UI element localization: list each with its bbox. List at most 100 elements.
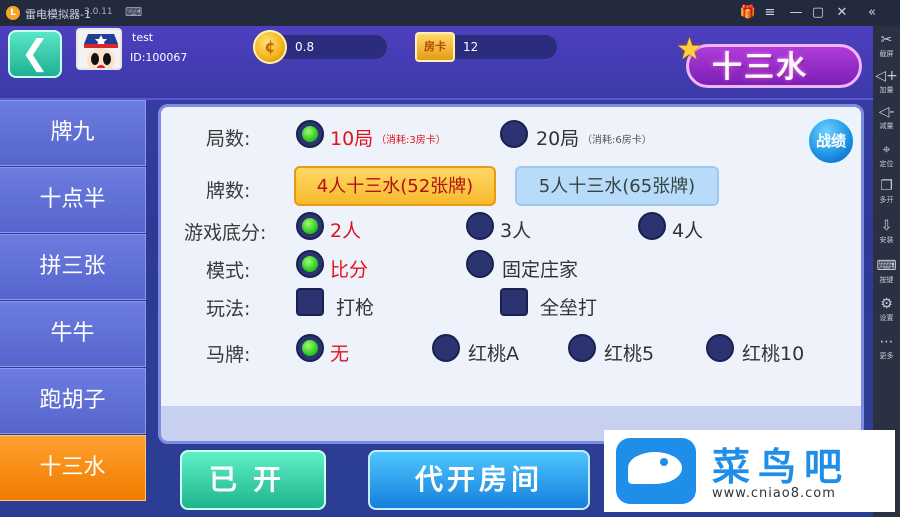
horse-none-text: 无 xyxy=(330,343,350,365)
install-tool[interactable]: ⇩ 安装 xyxy=(873,218,900,245)
horse-heart-10-text: 红桃10 xyxy=(742,343,805,365)
coin-icon: ¢ xyxy=(253,30,287,64)
mode-score-text: 比分 xyxy=(330,259,369,281)
watermark-url: www.cniao8.com xyxy=(712,486,836,501)
install-icon: ⇩ xyxy=(880,218,893,234)
menu-icon[interactable]: ≡ xyxy=(760,3,780,23)
more-icon: ⋯ xyxy=(879,334,894,350)
gear-icon: ⚙ xyxy=(880,296,893,312)
minimize-button[interactable]: — xyxy=(786,3,806,23)
mode-label: 模式: xyxy=(206,260,251,282)
coin-value: 0.8 xyxy=(295,40,315,54)
tool-label: 安装 xyxy=(879,236,894,244)
room-card-balance: 房卡 12 xyxy=(415,32,558,62)
rounds-10-text: 10局 xyxy=(330,128,374,150)
multi-window-icon: ❐ xyxy=(880,178,893,194)
home-run-text: 全垒打 xyxy=(540,297,598,319)
sidebar-item-paohuzi[interactable]: 跑胡子 xyxy=(0,368,146,434)
game-title: 十三水 xyxy=(712,50,808,85)
horse-card-label: 马牌: xyxy=(206,344,251,366)
tool-label: 截屏 xyxy=(879,50,894,58)
players-4-radio[interactable] xyxy=(638,212,666,240)
mode-fixed-dealer-text: 固定庄家 xyxy=(502,259,579,281)
window-version: 3.0.11 xyxy=(84,7,113,17)
gift-icon[interactable]: 🎁 xyxy=(738,3,758,23)
settings-tool[interactable]: ⚙ 设置 xyxy=(873,296,900,323)
record-button[interactable]: 战绩 xyxy=(806,116,856,166)
volume-up-tool[interactable]: ◁+ 加量 xyxy=(873,68,900,95)
mode-fixed-dealer-radio[interactable] xyxy=(466,250,494,278)
emulator-logo-icon: L xyxy=(6,6,20,20)
window-title: 雷电模拟器-1 xyxy=(25,8,91,21)
tool-label: 按键 xyxy=(879,276,894,284)
base-score-label: 游戏底分: xyxy=(184,222,267,244)
back-button[interactable]: ❮ xyxy=(8,30,62,78)
room-card-icon: 房卡 xyxy=(415,32,455,62)
sidebar-item-niuniu[interactable]: 牛牛 xyxy=(0,301,146,367)
rounds-20-text: 20局 xyxy=(536,128,580,150)
volume-down-tool[interactable]: ◁- 减量 xyxy=(873,104,900,131)
horse-heart-10-radio[interactable] xyxy=(706,334,734,362)
horse-heart-5-text: 红桃5 xyxy=(604,343,655,365)
horse-none-radio[interactable] xyxy=(296,334,324,362)
keymap-tool[interactable]: ⌨ 按键 xyxy=(873,258,900,285)
card-count-label: 牌数: xyxy=(206,180,251,202)
arrow-left-icon: ❮ xyxy=(20,33,50,73)
tool-label: 加量 xyxy=(879,86,894,94)
shoot-checkbox[interactable] xyxy=(296,288,324,316)
horse-heart-a-text: 红桃A xyxy=(468,343,519,365)
coin-balance: ¢ 0.8 xyxy=(253,30,388,64)
rounds-10-cost: （消耗:3房卡） xyxy=(376,135,446,146)
tool-label: 定位 xyxy=(879,160,894,168)
close-button[interactable]: ✕ xyxy=(832,3,852,23)
multi-instance-tool[interactable]: ❐ 多开 xyxy=(873,178,900,205)
avatar[interactable] xyxy=(76,28,122,70)
mode-score-radio[interactable] xyxy=(296,250,324,278)
tool-label: 多开 xyxy=(879,196,894,204)
emulator-title-bar: L 雷电模拟器-1 3.0.11 ⌨ 🎁 ≡ — ▢ ✕ « xyxy=(0,0,900,26)
volume-down-icon: ◁- xyxy=(878,104,895,120)
game-title-logo: ★ 十三水 xyxy=(676,26,866,98)
players-4-text: 4人 xyxy=(672,220,704,242)
gamepad-icon[interactable]: ⌨ xyxy=(125,5,142,19)
horse-heart-5-radio[interactable] xyxy=(568,334,596,362)
star-icon: ★ xyxy=(676,32,703,67)
rounds-20-cost: （消耗:6房卡） xyxy=(582,135,652,146)
room-card-value: 12 xyxy=(463,40,479,54)
sidebar-item-paijiu[interactable]: 牌九 xyxy=(0,100,146,166)
sidebar-item-shidianban[interactable]: 十点半 xyxy=(0,167,146,233)
tool-label: 设置 xyxy=(879,314,894,322)
players-3-radio[interactable] xyxy=(466,212,494,240)
proxy-open-room-button[interactable]: 代开房间 xyxy=(368,450,590,510)
username: test xyxy=(132,31,154,44)
horse-heart-a-radio[interactable] xyxy=(432,334,460,362)
location-tool[interactable]: ⌖ 定位 xyxy=(873,142,900,169)
tool-label: 减量 xyxy=(879,122,894,130)
shoot-text: 打枪 xyxy=(336,297,375,319)
home-run-checkbox[interactable] xyxy=(500,288,528,316)
four-player-option[interactable]: 4人十三水(52张牌) xyxy=(294,166,496,206)
bird-logo-icon xyxy=(616,438,696,504)
rounds-10-radio[interactable] xyxy=(296,120,324,148)
rounds-label: 局数: xyxy=(206,128,251,150)
opened-rooms-button[interactable]: 已开 xyxy=(180,450,326,510)
volume-up-icon: ◁+ xyxy=(875,68,898,84)
five-player-option[interactable]: 5人十三水(65张牌) xyxy=(515,166,719,206)
rounds-20-radio[interactable] xyxy=(500,120,528,148)
watermark: 菜鸟吧 www.cniao8.com xyxy=(604,430,895,512)
more-tool[interactable]: ⋯ 更多 xyxy=(873,334,900,361)
location-pin-icon: ⌖ xyxy=(882,142,891,158)
top-bar: ❮ test ID:100067 ¢ 0.8 房卡 12 ★ 十三水 xyxy=(0,26,873,100)
maximize-button[interactable]: ▢ xyxy=(808,3,828,23)
collapse-toolbar-button[interactable]: « xyxy=(862,3,882,23)
players-2-text: 2人 xyxy=(330,220,362,242)
keyboard-icon: ⌨ xyxy=(876,258,897,274)
screenshot-tool[interactable]: ✂ 截屏 xyxy=(873,32,900,59)
watermark-text: 菜鸟吧 xyxy=(712,444,851,489)
sidebar-item-pinsanzhang[interactable]: 拼三张 xyxy=(0,234,146,300)
scissors-icon: ✂ xyxy=(880,32,893,48)
sidebar-item-shisanshui[interactable]: 十三水 xyxy=(0,435,146,501)
players-3-text: 3人 xyxy=(500,220,532,242)
players-2-radio[interactable] xyxy=(296,212,324,240)
user-id: ID:100067 xyxy=(130,51,188,64)
